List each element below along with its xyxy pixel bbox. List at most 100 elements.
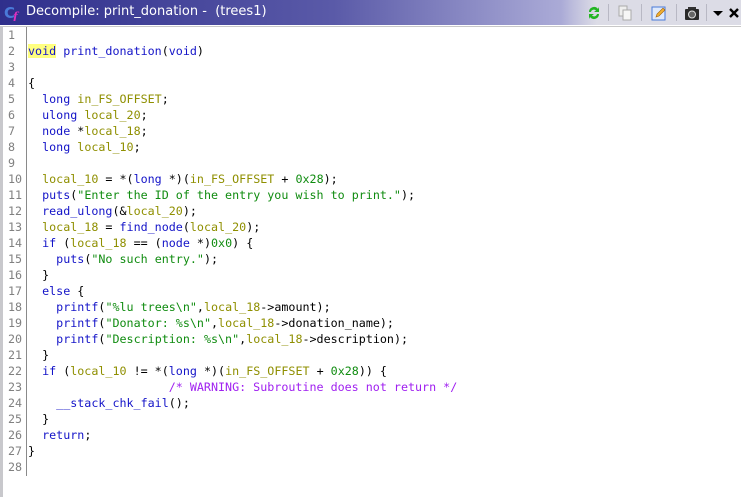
keyword-token[interactable]: long — [42, 92, 70, 106]
code-token: } — [28, 412, 50, 426]
keyword-token[interactable]: puts — [42, 188, 70, 202]
variable-token[interactable]: local_18 — [84, 124, 140, 138]
line-number: 6 — [8, 108, 16, 122]
menu-dropdown-icon — [713, 10, 723, 16]
line-number: 26 — [8, 428, 23, 442]
variable-token[interactable]: in_FS_OFFSET — [225, 364, 309, 378]
constant-token[interactable]: "Enter the ID of the entry you wish to p… — [77, 188, 401, 202]
line-text: { — [28, 75, 35, 91]
keyword-token[interactable]: long — [134, 172, 162, 186]
variable-token[interactable]: local_20 — [127, 204, 183, 218]
constant-token[interactable]: 0x28 — [295, 172, 323, 186]
keyword-token[interactable]: if — [42, 364, 56, 378]
code-token: ); — [246, 220, 261, 234]
keyword-token[interactable]: find_node — [120, 220, 183, 234]
line-number: 27 — [8, 444, 23, 458]
variable-token[interactable]: local_10 — [70, 364, 126, 378]
constant-token[interactable]: "No such entry." — [91, 252, 204, 266]
line-text: local_10 = *(long *)(in_FS_OFFSET + 0x28… — [28, 171, 338, 187]
window-title-bar[interactable]: C f Decompile: print_donation - (trees1) — [0, 0, 741, 25]
keyword-token[interactable]: long — [42, 140, 70, 154]
keyword-token[interactable]: return — [42, 428, 84, 442]
code-token: ); — [203, 252, 219, 266]
line-text: /* WARNING: Subroutine does not return *… — [28, 379, 458, 395]
code-token: = — [98, 220, 120, 234]
line-text: if (local_18 == (node *)0x0) { — [28, 235, 253, 251]
variable-token[interactable]: local_20 — [84, 108, 140, 122]
variable-token[interactable]: local_10 — [42, 172, 98, 186]
line-text: } — [28, 411, 49, 427]
line-number: 23 — [8, 380, 23, 394]
decompiler-app-icon: C f — [4, 4, 20, 21]
keyword-token[interactable]: void — [169, 44, 197, 58]
code-token: *)( — [161, 172, 190, 186]
code-token: ; — [140, 124, 148, 138]
code-token: } — [28, 348, 50, 362]
keyword-token[interactable]: node — [42, 124, 70, 138]
code-token: } — [28, 444, 36, 458]
keyword-token[interactable]: __stack_chk_fail — [56, 396, 169, 410]
keyword-token[interactable]: printf — [56, 332, 98, 346]
copy-button[interactable] — [615, 3, 635, 22]
code-token: ->donation_name); — [274, 316, 394, 330]
variable-token[interactable]: local_18 — [246, 332, 302, 346]
code-token: , — [196, 300, 204, 314]
line-text: puts("No such entry."); — [28, 251, 218, 267]
keyword-token[interactable]: node — [162, 236, 190, 250]
line-text: } — [28, 347, 49, 363]
keyword-token[interactable]: printf — [56, 300, 98, 314]
line-number: 16 — [8, 268, 23, 282]
keyword-token[interactable]: void — [28, 44, 57, 58]
code-token: { — [28, 76, 36, 90]
code-token: != *( — [126, 364, 169, 378]
gutter-divider — [26, 27, 27, 476]
edit-button[interactable] — [649, 3, 669, 22]
code-token: + — [309, 364, 331, 378]
refresh-button[interactable] — [584, 3, 604, 22]
code-token: , — [211, 316, 219, 330]
line-text: node *local_18; — [28, 123, 148, 139]
keyword-token[interactable]: print_donation — [63, 44, 162, 58]
variable-token[interactable]: local_18 — [204, 300, 260, 314]
variable-token[interactable]: local_18 — [70, 236, 126, 250]
variable-token[interactable]: local_18 — [218, 316, 274, 330]
keyword-token[interactable]: read_ulong — [42, 204, 112, 218]
variable-token[interactable]: local_18 — [42, 220, 98, 234]
line-number: 5 — [8, 92, 16, 106]
line-number: 20 — [8, 332, 23, 346]
constant-token[interactable]: "Description: %s\n" — [105, 332, 239, 346]
variable-token[interactable]: local_20 — [190, 220, 246, 234]
variable-token[interactable]: local_10 — [77, 140, 133, 154]
close-icon — [729, 7, 739, 18]
left-border — [0, 26, 3, 497]
constant-token[interactable]: 0x28 — [331, 364, 359, 378]
keyword-token[interactable]: ulong — [42, 108, 77, 122]
keyword-token[interactable]: printf — [56, 316, 98, 330]
line-number: 11 — [8, 188, 23, 202]
constant-token[interactable]: "%lu trees\n" — [105, 300, 196, 314]
keyword-token[interactable]: else — [42, 284, 70, 298]
code-token: *) — [189, 236, 211, 250]
keyword-token[interactable]: long — [169, 364, 197, 378]
close-button[interactable] — [724, 3, 741, 22]
variable-token[interactable]: in_FS_OFFSET — [77, 92, 161, 106]
code-token: ) — [196, 44, 204, 58]
line-text: printf("%lu trees\n",local_18->amount); — [28, 299, 330, 315]
line-number: 7 — [8, 124, 16, 138]
snapshot-button[interactable] — [682, 3, 702, 22]
line-number: 21 — [8, 348, 23, 362]
keyword-token[interactable]: puts — [56, 252, 84, 266]
line-number: 3 — [8, 60, 16, 74]
variable-token[interactable]: in_FS_OFFSET — [190, 172, 274, 186]
keyword-token[interactable]: if — [42, 236, 56, 250]
constant-token[interactable]: 0x0 — [211, 236, 232, 250]
constant-token[interactable]: "Donator: %s\n" — [105, 316, 211, 330]
line-number: 18 — [8, 300, 23, 314]
